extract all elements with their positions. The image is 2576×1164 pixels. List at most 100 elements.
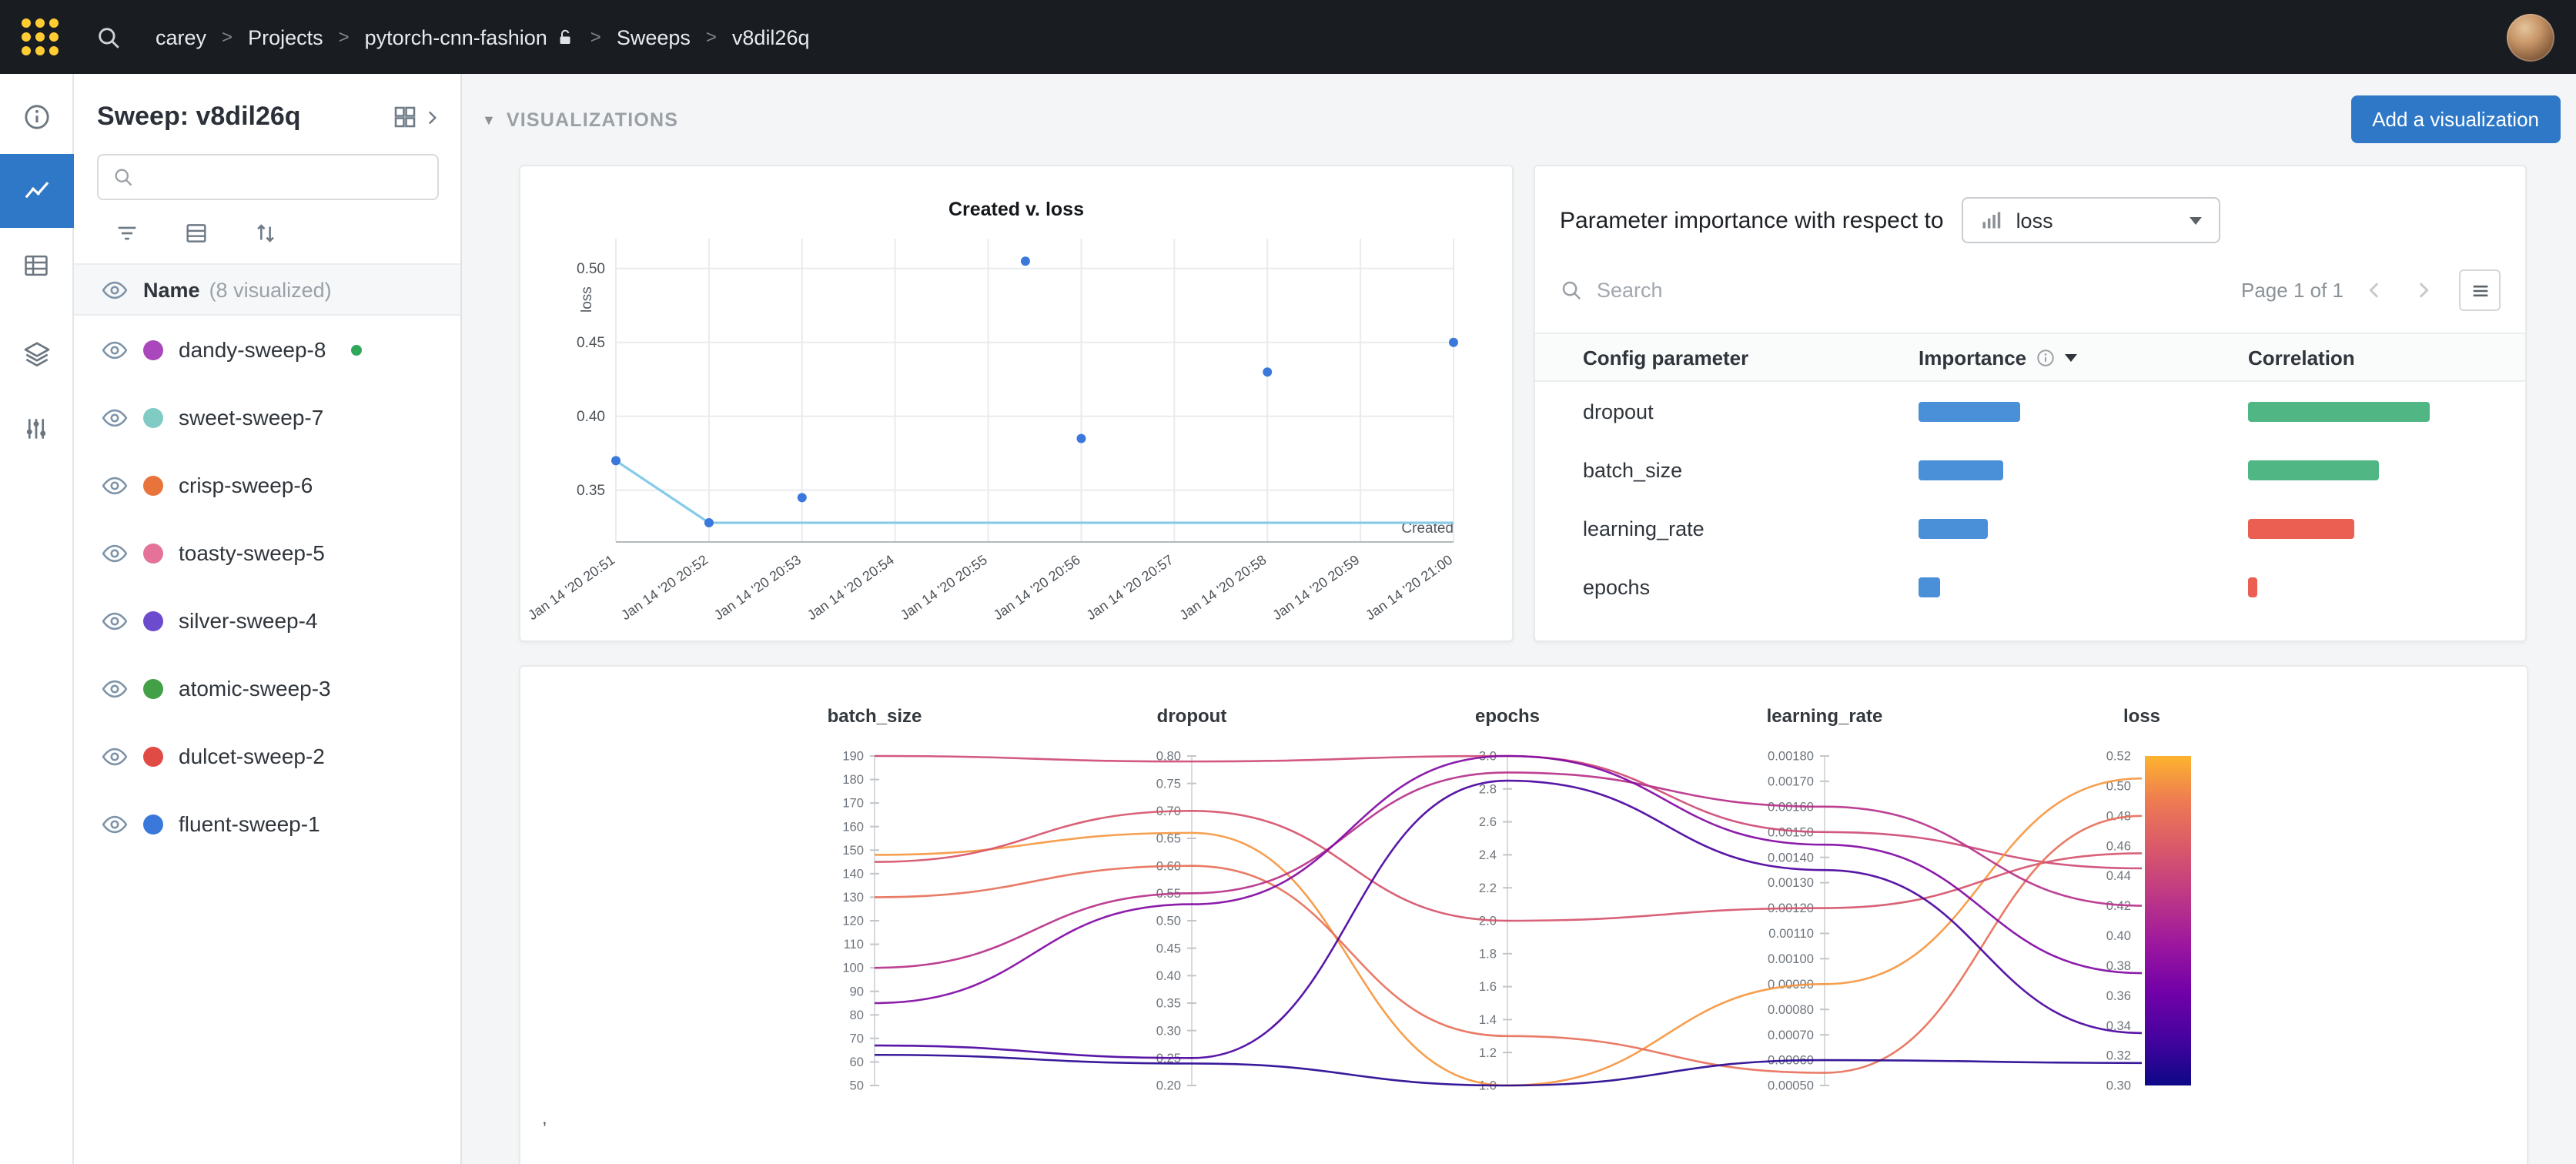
table-icon[interactable] xyxy=(0,228,73,302)
importance-bar xyxy=(1919,460,2003,480)
run-color-dot xyxy=(143,475,163,495)
svg-text:Jan 14 '20 20:58: Jan 14 '20 20:58 xyxy=(1176,552,1269,623)
importance-row-learning_rate[interactable]: learning_rate xyxy=(1560,499,2501,557)
list-layout-icon[interactable] xyxy=(183,220,209,246)
breadcrumb-separator: > xyxy=(590,26,601,48)
parameter-importance-panel: Parameter importance with respect to los… xyxy=(1534,165,2527,642)
correlation-bar xyxy=(2248,460,2379,480)
correlation-bar xyxy=(2248,401,2430,421)
grid-icon[interactable] xyxy=(391,103,419,131)
svg-text:batch_size: batch_size xyxy=(828,706,922,727)
svg-text:dropout: dropout xyxy=(1157,706,1227,727)
info-icon xyxy=(2036,347,2056,367)
config-parameter-name: learning_rate xyxy=(1583,517,1919,540)
svg-text:learning_rate: learning_rate xyxy=(1767,706,1883,727)
run-row-toasty-sweep-5[interactable]: toasty-sweep-5 xyxy=(74,519,460,587)
sweep-controls-icon[interactable] xyxy=(0,391,73,465)
run-row-crisp-sweep-6[interactable]: crisp-sweep-6 xyxy=(74,451,460,519)
search-icon[interactable] xyxy=(95,24,122,50)
svg-text:0.50: 0.50 xyxy=(577,261,605,277)
artifacts-icon[interactable] xyxy=(0,317,73,391)
svg-text:Jan 14 '20 20:54: Jan 14 '20 20:54 xyxy=(805,552,897,623)
svg-text:0.45: 0.45 xyxy=(577,335,605,351)
run-list-header[interactable]: Name (8 visualized) xyxy=(74,263,460,316)
run-row-dandy-sweep-8[interactable]: dandy-sweep-8 xyxy=(74,316,460,383)
visibility-eye-icon[interactable] xyxy=(102,675,128,701)
column-importance[interactable]: Importance xyxy=(1919,346,2248,369)
svg-text:loss: loss xyxy=(2123,706,2160,727)
importance-row-epochs[interactable]: epochs xyxy=(1560,557,2501,616)
visibility-eye-icon[interactable] xyxy=(102,404,128,430)
sidebar-search-input[interactable] xyxy=(145,166,423,189)
overview-icon[interactable] xyxy=(0,80,73,154)
visibility-eye-icon[interactable] xyxy=(102,540,128,566)
svg-text:Jan 14 '20 21:00: Jan 14 '20 21:00 xyxy=(1363,552,1455,623)
importance-table-header: Config parameter Importance Correlation xyxy=(1535,333,2525,382)
visibility-eye-icon[interactable] xyxy=(102,607,128,634)
metric-select-dropdown[interactable]: loss xyxy=(1962,197,2221,243)
svg-text:50: 50 xyxy=(850,1079,864,1093)
importance-search-input[interactable] xyxy=(1597,279,2227,302)
importance-row-dropout[interactable]: dropout xyxy=(1560,382,2501,440)
breadcrumb-item-v8dil26q[interactable]: v8dil26q xyxy=(732,25,810,48)
run-list: dandy-sweep-8sweet-sweep-7crisp-sweep-6t… xyxy=(74,316,460,858)
chevron-right-icon[interactable] xyxy=(422,107,442,127)
charts-icon[interactable] xyxy=(0,154,73,228)
importance-rows: dropout batch_size learning_rateepochs xyxy=(1560,382,2501,616)
breadcrumb-item-pytorch-cnn-fashion[interactable]: pytorch-cnn-fashion xyxy=(365,25,575,48)
svg-text:0.00080: 0.00080 xyxy=(1768,1002,1814,1017)
run-color-dot xyxy=(143,543,163,563)
breadcrumb-item-Sweeps[interactable]: Sweeps xyxy=(617,25,691,48)
hamburger-menu-icon[interactable] xyxy=(2459,269,2501,311)
config-parameter-name: batch_size xyxy=(1583,458,1919,481)
column-correlation[interactable]: Correlation xyxy=(2248,346,2525,369)
run-row-dulcet-sweep-2[interactable]: dulcet-sweep-2 xyxy=(74,722,460,790)
svg-text:Jan 14 '20 20:52: Jan 14 '20 20:52 xyxy=(618,552,711,623)
svg-text:Jan 14 '20 20:59: Jan 14 '20 20:59 xyxy=(1270,552,1362,623)
svg-text:0.20: 0.20 xyxy=(1156,1079,1181,1093)
column-config-parameter[interactable]: Config parameter xyxy=(1583,346,1919,369)
run-row-sweet-sweep-7[interactable]: sweet-sweep-7 xyxy=(74,383,460,451)
visibility-eye-icon[interactable] xyxy=(102,276,128,303)
run-row-atomic-sweep-3[interactable]: atomic-sweep-3 xyxy=(74,654,460,722)
add-visualization-button[interactable]: Add a visualization xyxy=(2350,95,2561,143)
svg-text:0.36: 0.36 xyxy=(2106,988,2131,1003)
top-navbar: carey>Projects>pytorch-cnn-fashion>Sweep… xyxy=(0,0,2576,74)
sort-icon[interactable] xyxy=(253,220,279,246)
svg-text:0.52: 0.52 xyxy=(2106,749,2131,764)
created-loss-chart[interactable]: Jan 14 '20 20:51Jan 14 '20 20:52Jan 14 '… xyxy=(520,166,1514,642)
breadcrumb-item-carey[interactable]: carey xyxy=(156,25,206,48)
svg-text:1.2: 1.2 xyxy=(1479,1045,1497,1060)
visibility-eye-icon[interactable] xyxy=(102,472,128,498)
created-vs-loss-panel[interactable]: Created v. loss Jan 14 '20 20:51Jan 14 '… xyxy=(519,165,1514,642)
svg-text:0.40: 0.40 xyxy=(2106,928,2131,943)
run-row-fluent-sweep-1[interactable]: fluent-sweep-1 xyxy=(74,790,460,858)
svg-text:1.6: 1.6 xyxy=(1479,979,1497,994)
visualizations-section-title[interactable]: VISUALIZATIONS xyxy=(507,109,678,130)
parallel-coordinates-panel[interactable]: batch_size190180170160150140130120110100… xyxy=(519,665,2528,1164)
search-icon xyxy=(1560,279,1583,302)
svg-text:0.00130: 0.00130 xyxy=(1768,875,1814,890)
importance-row-batch_size[interactable]: batch_size xyxy=(1560,440,2501,499)
svg-text:0.00170: 0.00170 xyxy=(1768,774,1814,789)
visibility-eye-icon[interactable] xyxy=(102,336,128,363)
prev-page-button[interactable] xyxy=(2357,272,2391,309)
svg-text:Jan 14 '20 20:56: Jan 14 '20 20:56 xyxy=(991,552,1083,623)
sidebar-search-box[interactable] xyxy=(97,154,439,200)
run-row-silver-sweep-4[interactable]: silver-sweep-4 xyxy=(74,587,460,654)
wandb-logo[interactable] xyxy=(22,18,59,55)
correlation-bar-cell xyxy=(2248,460,2501,480)
svg-text:160: 160 xyxy=(842,819,864,834)
bar-chart-icon xyxy=(1981,209,2002,231)
parallel-coordinates-chart[interactable]: batch_size190180170160150140130120110100… xyxy=(520,667,2528,1129)
visibility-eye-icon[interactable] xyxy=(102,811,128,837)
run-color-dot xyxy=(143,340,163,360)
avatar[interactable] xyxy=(2507,13,2554,61)
svg-text:Jan 14 '20 20:53: Jan 14 '20 20:53 xyxy=(711,552,804,623)
filter-icon[interactable] xyxy=(114,220,140,246)
breadcrumb-item-Projects[interactable]: Projects xyxy=(248,25,323,48)
svg-text:170: 170 xyxy=(842,796,864,811)
next-page-button[interactable] xyxy=(2405,272,2439,309)
section-collapse-caret-icon[interactable]: ▼ xyxy=(482,112,496,127)
visibility-eye-icon[interactable] xyxy=(102,743,128,769)
